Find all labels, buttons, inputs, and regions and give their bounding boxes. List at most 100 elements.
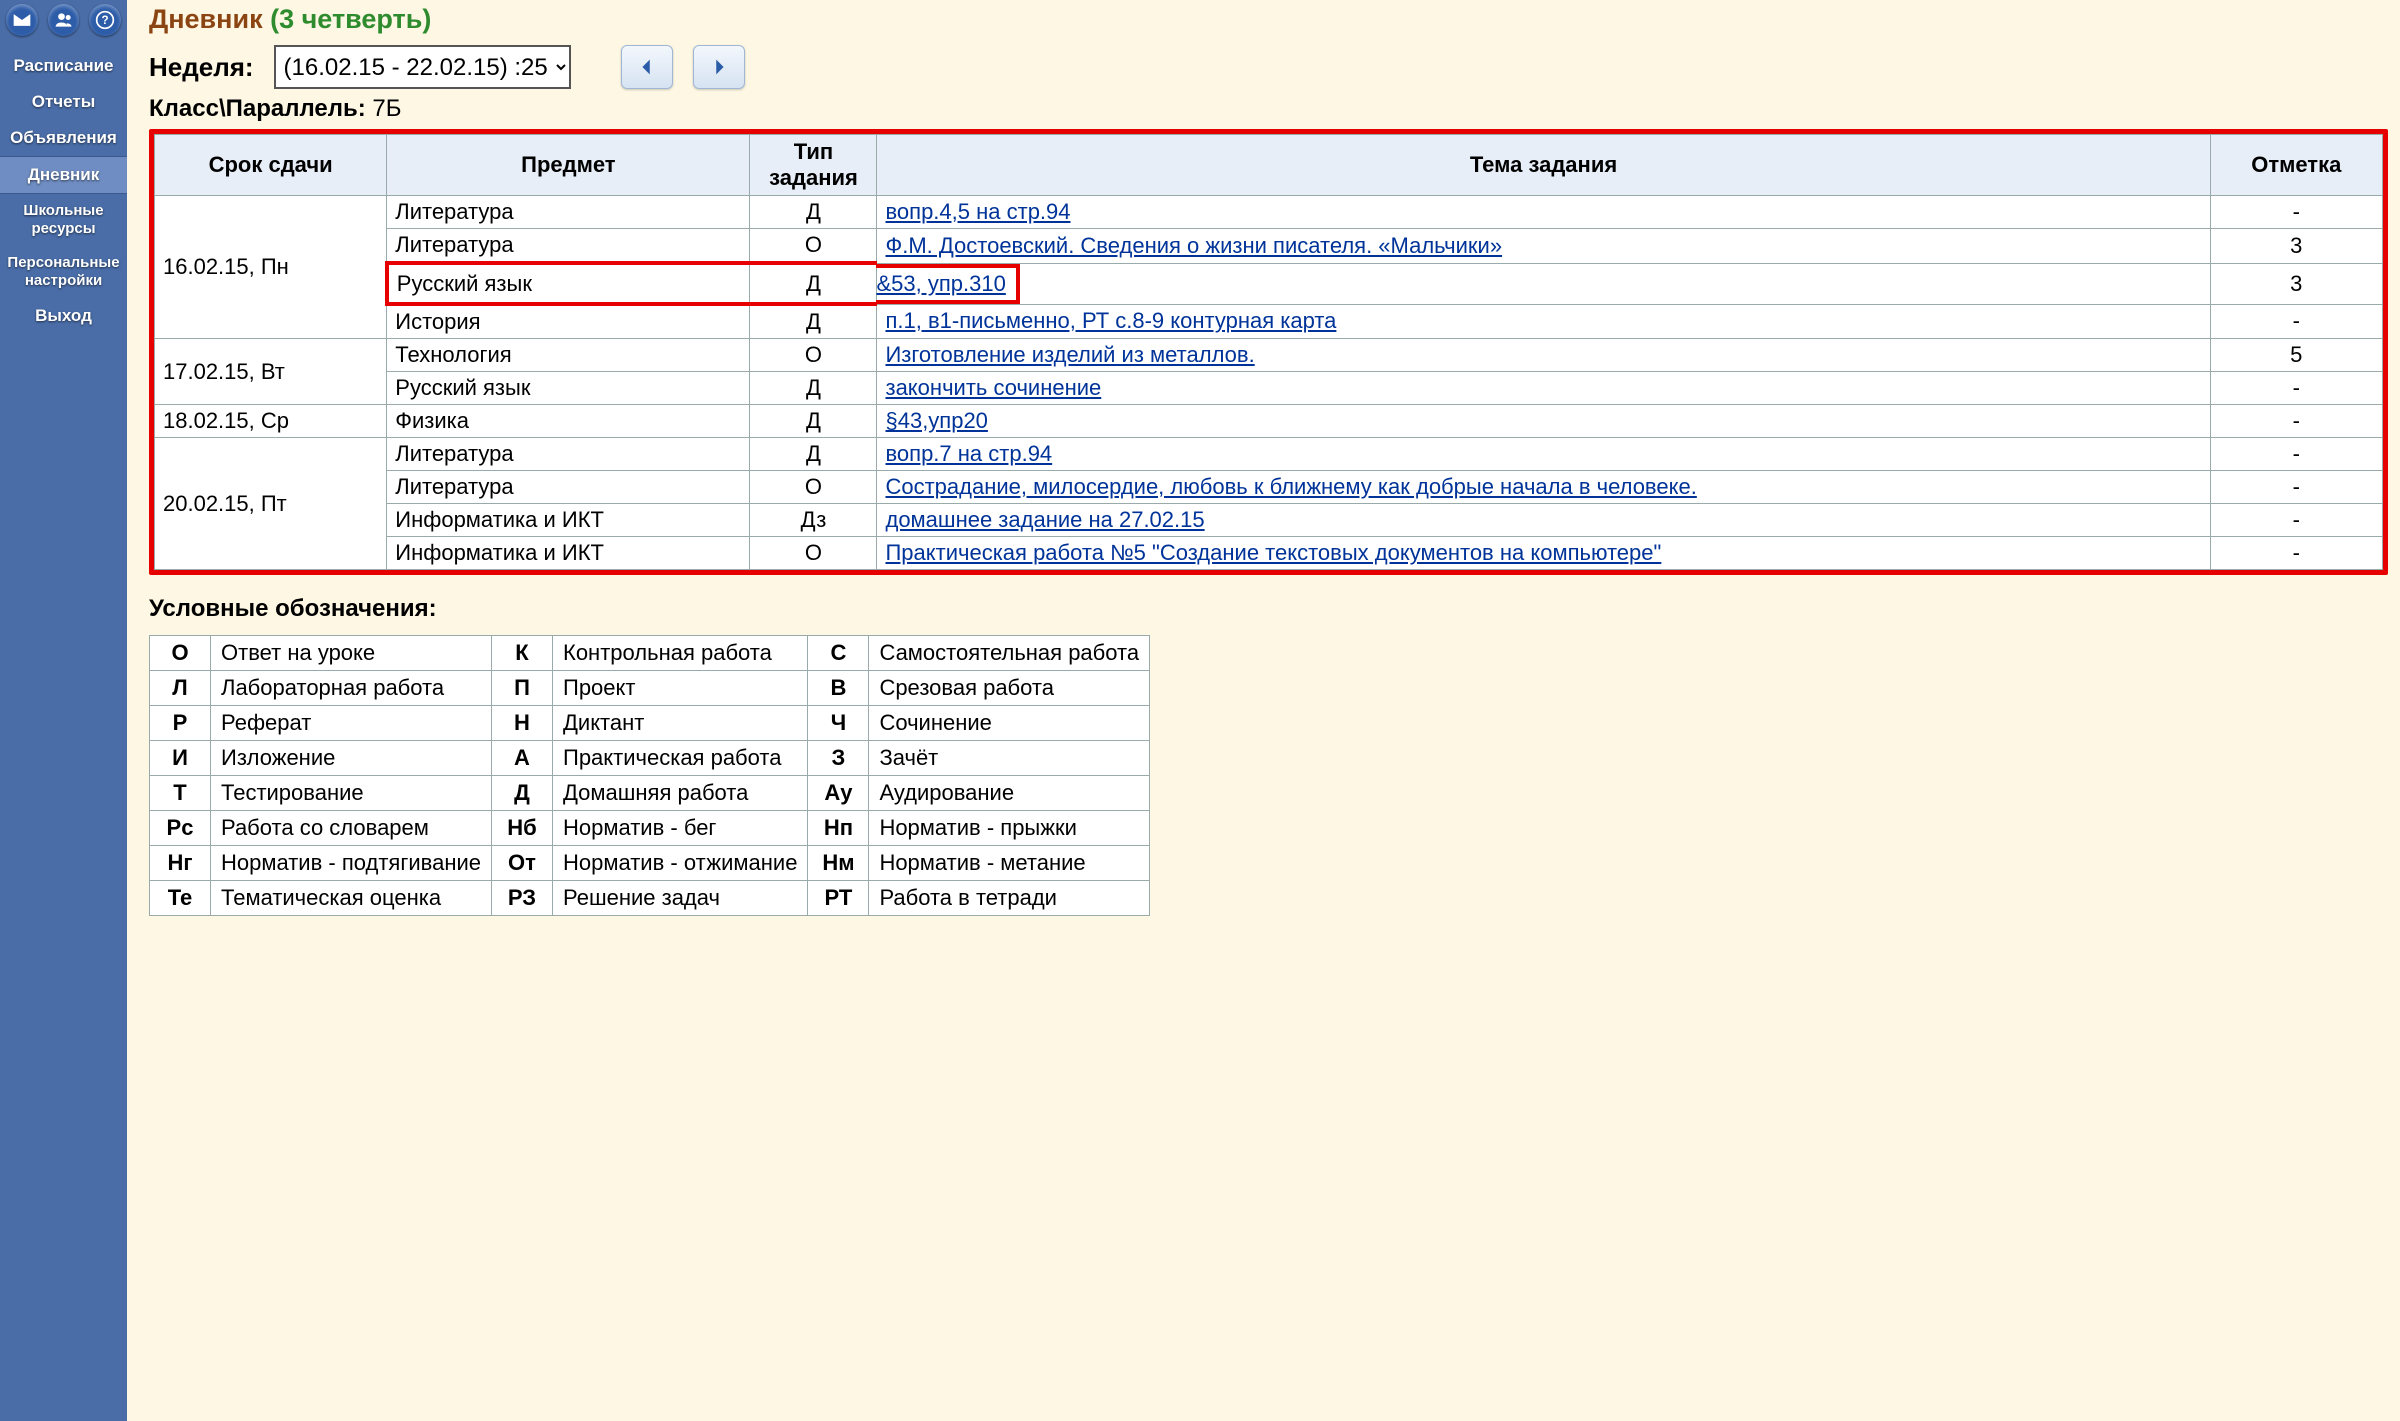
legend-code: Н <box>492 706 553 741</box>
mark-cell: - <box>2210 504 2382 537</box>
diary-header: Срок сдачи <box>155 135 387 196</box>
sidebar: ? РасписаниеОтчетыОбъявленияДневникШколь… <box>0 0 127 1421</box>
topic-link[interactable]: Изготовление изделий из металлов. <box>885 342 1254 367</box>
diary-table: Срок сдачиПредметТип заданияТема задания… <box>154 134 2383 570</box>
legend-text: Работа со словарем <box>211 811 492 846</box>
topic-cell: вопр.4,5 на стр.94 <box>877 196 2210 229</box>
type-cell: Дз <box>750 504 877 537</box>
diary-row: ЛитератураО Ф.М. Достоевский. Сведения о … <box>155 229 2383 264</box>
legend-text: Реферат <box>211 706 492 741</box>
legend-code: А <box>492 741 553 776</box>
class-row: Класс\Параллель: 7Б <box>149 95 2388 123</box>
mark-cell: 3 <box>2210 229 2382 264</box>
topic-link[interactable]: домашнее задание на 27.02.15 <box>885 507 1204 532</box>
diary-row: 18.02.15, СрФизикаД§43,упр20- <box>155 405 2383 438</box>
diary-row: Информатика и ИКТДз домашнее задание на 2… <box>155 504 2383 537</box>
topic-cell: Сострадание, милосердие, любовь к ближне… <box>877 471 2210 504</box>
week-selector-row: Неделя: (16.02.15 - 22.02.15) :25 <box>149 45 2388 89</box>
mark-cell: 3 <box>2210 263 2382 304</box>
mark-cell: - <box>2210 537 2382 570</box>
users-icon[interactable] <box>48 4 80 36</box>
class-value: 7Б <box>372 95 401 122</box>
diary-row: Информатика и ИКТОПрактическая работа №5… <box>155 537 2383 570</box>
legend-code: Нм <box>808 846 869 881</box>
legend-text: Работа в тетради <box>869 881 1150 916</box>
topic-link[interactable]: закончить сочинение <box>885 375 1101 400</box>
topic-cell: вопр.7 на стр.94 <box>877 438 2210 471</box>
legend-text: Аудирование <box>869 776 1150 811</box>
type-cell: О <box>750 471 877 504</box>
topic-cell: п.1, в1-письменно, РТ с.8-9 контурная ка… <box>877 304 2210 339</box>
nav-item[interactable]: Персональные настройки <box>0 246 127 298</box>
legend-text: Норматив - подтягивание <box>211 846 492 881</box>
subject-cell: Литература <box>387 229 750 264</box>
type-cell: Д <box>750 438 877 471</box>
topic-link[interactable]: вопр.7 на стр.94 <box>885 441 1052 466</box>
diary-row: ИсторияДп.1, в1-письменно, РТ с.8-9 конт… <box>155 304 2383 339</box>
type-cell: Д <box>750 304 877 339</box>
week-select[interactable]: (16.02.15 - 22.02.15) :25 <box>274 45 571 89</box>
diary-header: Тема задания <box>877 135 2210 196</box>
legend-code: З <box>808 741 869 776</box>
legend-text: Сочинение <box>869 706 1150 741</box>
topic-link[interactable]: Сострадание, милосердие, любовь к ближне… <box>885 474 1696 499</box>
topic-link[interactable]: п.1, в1-письменно, РТ с.8-9 контурная ка… <box>885 308 1336 333</box>
title-text: Дневник <box>149 4 263 34</box>
subject-cell: История <box>387 304 750 339</box>
mail-icon[interactable] <box>6 4 38 36</box>
type-cell: О <box>750 229 877 264</box>
type-cell: Д <box>750 196 877 229</box>
legend-row: ЛЛабораторная работаППроектВСрезовая раб… <box>150 671 1150 706</box>
diary-row: Русский языкДзакончить сочинение- <box>155 372 2383 405</box>
legend-text: Домашняя работа <box>553 776 808 811</box>
legend-code: РЗ <box>492 881 553 916</box>
due-date-cell: 18.02.15, Ср <box>155 405 387 438</box>
top-icons: ? <box>0 0 127 40</box>
due-date-cell: 20.02.15, Пт <box>155 438 387 570</box>
mark-cell: - <box>2210 304 2382 339</box>
legend-text: Решение задач <box>553 881 808 916</box>
topic-link[interactable]: Ф.М. Достоевский. Сведения о жизни писат… <box>885 233 1502 258</box>
diary-header: Тип задания <box>750 135 877 196</box>
diary-row: 20.02.15, ПтЛитератураДвопр.7 на стр.94- <box>155 438 2383 471</box>
topic-link[interactable]: &53, упр.310 <box>876 271 1005 296</box>
nav-item[interactable]: Отчеты <box>0 84 127 120</box>
help-icon[interactable]: ? <box>89 4 121 36</box>
due-date-cell: 16.02.15, Пн <box>155 196 387 339</box>
subject-cell: Литература <box>387 438 750 471</box>
topic-link[interactable]: вопр.4,5 на стр.94 <box>885 199 1070 224</box>
page-title: Дневник (3 четверть) <box>149 4 2388 35</box>
next-week-button[interactable] <box>693 45 745 89</box>
nav-item[interactable]: Расписание <box>0 48 127 84</box>
legend-text: Диктант <box>553 706 808 741</box>
nav-item[interactable]: Школьные ресурсы <box>0 194 127 246</box>
due-date-cell: 17.02.15, Вт <box>155 339 387 405</box>
legend-code: РТ <box>808 881 869 916</box>
legend-code: Д <box>492 776 553 811</box>
topic-link[interactable]: §43,упр20 <box>885 408 987 433</box>
legend-text: Норматив - отжимание <box>553 846 808 881</box>
legend-text: Норматив - метание <box>869 846 1150 881</box>
nav-item[interactable]: Дневник <box>0 156 127 194</box>
topic-cell: Изготовление изделий из металлов. <box>877 339 2210 372</box>
legend-row: ТТестированиеДДомашняя работаАуАудирован… <box>150 776 1150 811</box>
legend-text: Изложение <box>211 741 492 776</box>
mark-cell: - <box>2210 405 2382 438</box>
legend-code: Нг <box>150 846 211 881</box>
subject-cell: Информатика и ИКТ <box>387 504 750 537</box>
nav-item[interactable]: Выход <box>0 298 127 334</box>
main-content: Дневник (3 четверть) Неделя: (16.02.15 -… <box>127 0 2400 1421</box>
legend-text: Лабораторная работа <box>211 671 492 706</box>
legend-text: Зачёт <box>869 741 1150 776</box>
legend-row: НгНорматив - подтягиваниеОтНорматив - от… <box>150 846 1150 881</box>
topic-link[interactable]: Практическая работа №5 "Создание текстов… <box>885 540 1661 565</box>
legend-text: Самостоятельная работа <box>869 636 1150 671</box>
prev-week-button[interactable] <box>621 45 673 89</box>
nav-menu: РасписаниеОтчетыОбъявленияДневникШкольны… <box>0 48 127 334</box>
legend-text: Норматив - прыжки <box>869 811 1150 846</box>
subject-cell: Литература <box>387 471 750 504</box>
mark-cell: 5 <box>2210 339 2382 372</box>
nav-item[interactable]: Объявления <box>0 120 127 156</box>
week-label: Неделя: <box>149 52 254 83</box>
legend-code: Рс <box>150 811 211 846</box>
